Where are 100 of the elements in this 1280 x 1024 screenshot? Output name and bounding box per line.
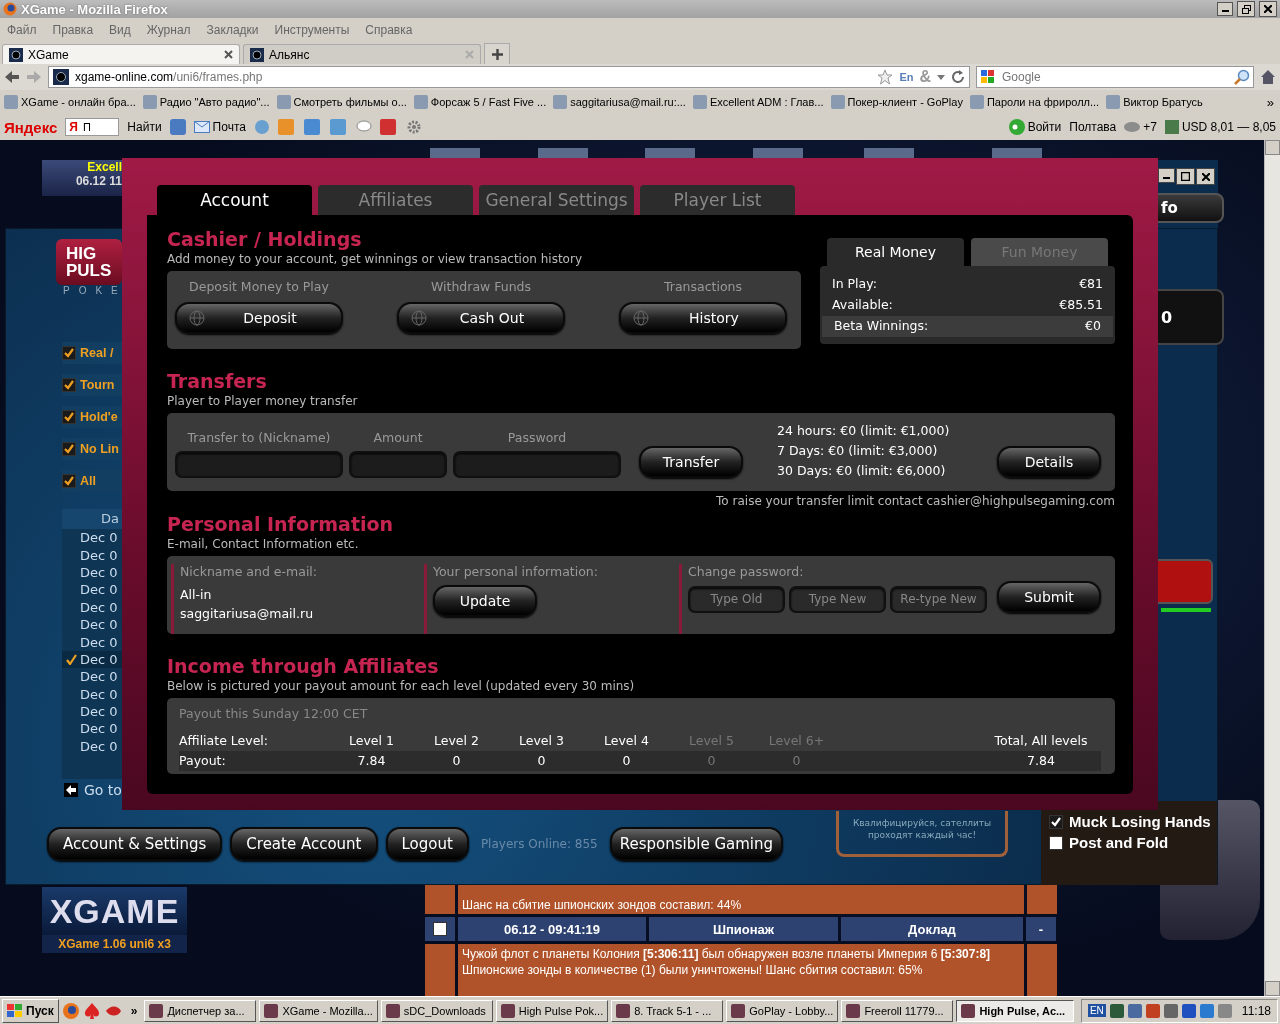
menu-item[interactable]: Файл bbox=[7, 23, 37, 37]
input-field[interactable] bbox=[175, 451, 343, 478]
weather-widget[interactable]: +7 bbox=[1124, 120, 1157, 134]
menu-item[interactable]: Вид bbox=[109, 23, 131, 37]
date-row[interactable]: Dec 0 bbox=[62, 581, 123, 599]
tray-icon[interactable] bbox=[1181, 1003, 1196, 1018]
more-button[interactable]: » bbox=[126, 1003, 142, 1018]
dialog-tab[interactable]: General Settings bbox=[479, 185, 634, 215]
menu-item[interactable]: Инструменты bbox=[274, 23, 350, 37]
toolbar-icon[interactable] bbox=[303, 119, 322, 135]
dropdown-icon[interactable] bbox=[937, 74, 945, 80]
date-row[interactable]: Dec 0 bbox=[62, 737, 123, 756]
back-icon[interactable] bbox=[4, 70, 20, 84]
input-field[interactable] bbox=[349, 451, 447, 478]
cashier-button[interactable]: Cash Out bbox=[397, 302, 565, 334]
bookmark-item[interactable]: Радио "Авто радио"... bbox=[142, 95, 270, 109]
minimize-button[interactable] bbox=[1158, 168, 1175, 183]
details-button[interactable]: Details bbox=[997, 446, 1101, 478]
date-row[interactable]: Dec 0 bbox=[62, 650, 123, 669]
option-label[interactable]: Muck Losing Hands bbox=[1069, 813, 1211, 830]
find-button[interactable]: Найти bbox=[127, 120, 162, 134]
date-row[interactable]: Dec 0 bbox=[62, 615, 123, 634]
taskbar-button[interactable]: sDC_Downloads bbox=[380, 999, 493, 1022]
date-row[interactable]: Dec 0 bbox=[62, 685, 123, 703]
bookmark-item[interactable]: Пароли на фриролл... bbox=[969, 95, 1100, 109]
more-bookmarks-button[interactable]: » bbox=[1266, 94, 1280, 110]
taskbar-button[interactable]: Freeroll 11779... bbox=[841, 999, 954, 1022]
translate-badge[interactable]: En bbox=[899, 71, 914, 83]
client-button[interactable]: Create Account bbox=[230, 827, 378, 861]
bookmark-item[interactable]: saggitariusa@mail.ru:... bbox=[553, 95, 686, 109]
search-icon[interactable] bbox=[1234, 69, 1250, 85]
tray-icon[interactable] bbox=[1127, 1003, 1142, 1018]
check-icon[interactable] bbox=[62, 346, 76, 360]
date-row[interactable]: Dec 0 bbox=[62, 702, 123, 721]
checkbox[interactable] bbox=[1049, 814, 1063, 829]
bookmark-item[interactable]: Смотреть фильмы о... bbox=[276, 95, 407, 109]
search-field[interactable]: П bbox=[81, 120, 109, 134]
start-button[interactable]: Пуск bbox=[2, 998, 59, 1023]
xgame-logo[interactable]: XGAME bbox=[42, 887, 187, 935]
money-tab[interactable]: Real Money bbox=[827, 238, 964, 266]
submit-button[interactable]: Submit bbox=[997, 581, 1101, 613]
city-label[interactable]: Полтава bbox=[1069, 120, 1117, 134]
bookmark-item[interactable]: Форсаж 5 / Fast Five ... bbox=[413, 95, 547, 109]
close-button[interactable] bbox=[1196, 168, 1215, 185]
menu-item[interactable]: Журнал bbox=[146, 23, 191, 37]
star-icon[interactable] bbox=[877, 69, 894, 85]
input-field[interactable] bbox=[453, 451, 621, 478]
home-icon[interactable] bbox=[1260, 69, 1276, 85]
yandex-search-bar[interactable]: Я П bbox=[65, 118, 120, 136]
gear-icon[interactable] bbox=[405, 119, 422, 135]
check-icon[interactable] bbox=[62, 378, 76, 392]
dialog-tab[interactable]: Player List bbox=[640, 185, 795, 215]
client-button[interactable]: Logout bbox=[385, 827, 469, 861]
restore-button[interactable] bbox=[1237, 1, 1255, 17]
option-label[interactable]: Post and Fold bbox=[1069, 834, 1169, 851]
taskbar-button[interactable]: High Pulse Pok... bbox=[495, 999, 609, 1022]
go-to-link[interactable]: Go to bbox=[64, 782, 122, 798]
new-tab-button[interactable] bbox=[484, 43, 510, 64]
date-row[interactable]: Dec 0 bbox=[62, 546, 123, 564]
taskbar-button[interactable]: GoPlay - Lobby... bbox=[726, 999, 839, 1022]
browser-tab[interactable]: Альянс bbox=[243, 44, 481, 64]
menu-item[interactable]: Закладки bbox=[206, 23, 259, 37]
speech-bubble-icon[interactable] bbox=[355, 120, 372, 134]
checkbox[interactable] bbox=[1049, 835, 1063, 850]
firefox-icon[interactable] bbox=[61, 1001, 80, 1020]
bookmark-item[interactable]: Виктор Братусь bbox=[1106, 95, 1203, 109]
menu-item[interactable]: Справка bbox=[365, 23, 413, 37]
menu-item[interactable]: Правка bbox=[52, 23, 94, 37]
date-row[interactable]: Dec 0 bbox=[62, 598, 123, 616]
password-field[interactable]: Re-type New bbox=[890, 585, 987, 613]
taskbar-button[interactable]: Диспетчер за... bbox=[144, 999, 257, 1022]
reload-icon[interactable] bbox=[951, 70, 965, 84]
date-row[interactable]: Dec 0 bbox=[62, 563, 123, 582]
taskbar-button[interactable]: High Pulse, Ac... bbox=[956, 999, 1075, 1022]
mail-button[interactable]: Почта bbox=[193, 120, 246, 134]
close-button[interactable] bbox=[1259, 1, 1277, 17]
filter-option[interactable]: No Lin bbox=[62, 438, 123, 460]
responsible-gaming-button[interactable]: Responsible Gaming bbox=[609, 827, 784, 861]
date-row[interactable]: Dec 0 bbox=[62, 668, 123, 686]
filter-option[interactable]: Tourn bbox=[62, 374, 123, 396]
tray-icon[interactable] bbox=[1199, 1003, 1214, 1018]
check-icon[interactable] bbox=[62, 410, 76, 424]
currency-widget[interactable]: USD 8,01 — 8,05 bbox=[1164, 120, 1276, 134]
tray-icon[interactable] bbox=[1163, 1003, 1178, 1018]
toolbar-icon[interactable] bbox=[379, 119, 398, 135]
bookmark-item[interactable]: Покер-клиент - GoPlay bbox=[830, 95, 963, 109]
toolbar-icon[interactable] bbox=[253, 119, 270, 135]
date-row[interactable]: Dec 0 bbox=[62, 529, 123, 547]
maximize-button[interactable] bbox=[1176, 168, 1195, 185]
browser-tab[interactable]: XGame bbox=[2, 44, 240, 64]
cashier-button[interactable]: Deposit bbox=[175, 302, 343, 334]
toolbar-icon[interactable] bbox=[329, 119, 348, 135]
tray-icon[interactable] bbox=[1145, 1003, 1160, 1018]
cashier-button[interactable]: History bbox=[619, 302, 787, 334]
toolbar-icon[interactable] bbox=[169, 119, 186, 135]
client-button[interactable]: Account & Settings bbox=[47, 827, 223, 861]
tray-icon[interactable] bbox=[1109, 1003, 1124, 1018]
dialog-tab[interactable]: Affiliates bbox=[318, 185, 473, 215]
search-bar[interactable]: Google bbox=[976, 66, 1254, 88]
filter-option[interactable]: Real / bbox=[62, 342, 123, 364]
